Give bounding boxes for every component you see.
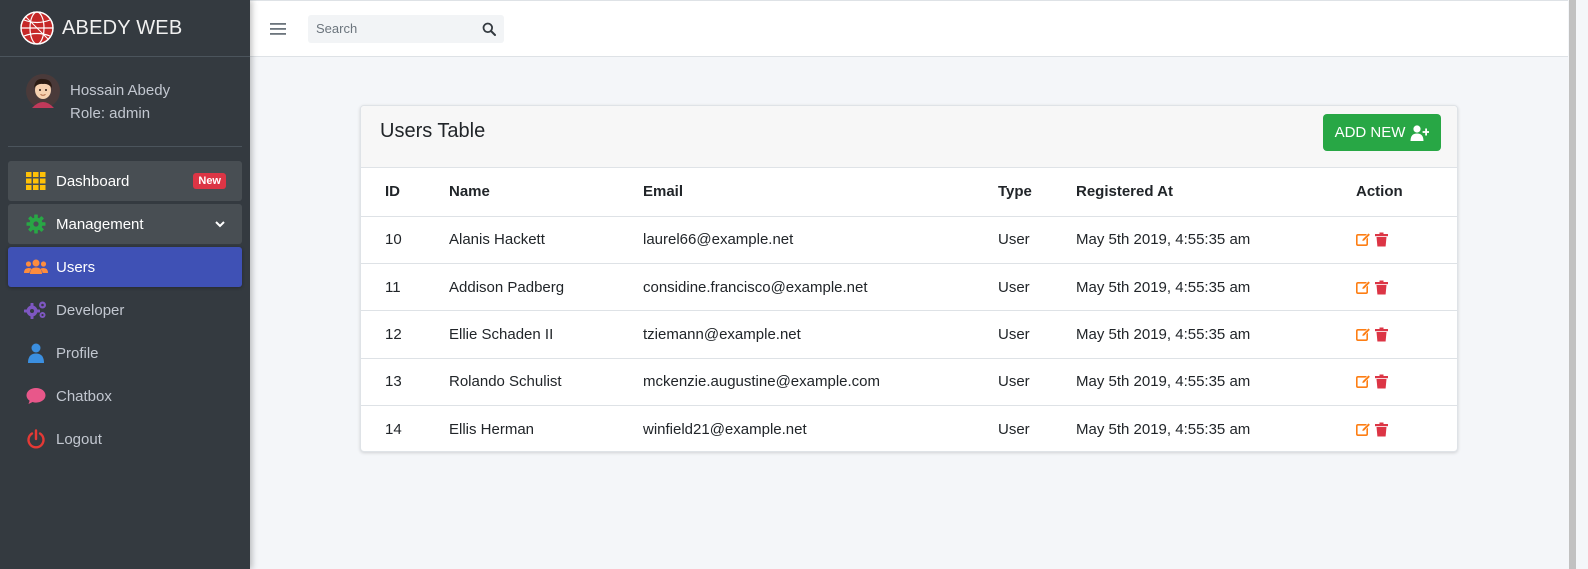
- users-icon: [24, 256, 48, 278]
- cell-actions: [1356, 216, 1457, 264]
- cell-type: User: [998, 263, 1076, 312]
- table-row[interactable]: 12 Ellie Schaden II tziemann@example.net…: [361, 310, 1457, 359]
- brand-link[interactable]: ABEDY WEB: [0, 0, 250, 57]
- cell-id: 12: [361, 310, 449, 359]
- cell-name: Addison Padberg: [449, 263, 643, 312]
- table-body: 10 Alanis Hackett laurel66@example.net U…: [361, 216, 1457, 453]
- chat-icon: [24, 385, 48, 407]
- sidebar-item-label: Logout: [56, 430, 102, 448]
- cell-actions: [1356, 310, 1457, 359]
- sidebar: ABEDY WEB Hossain Abedy Role: admin Dash…: [0, 0, 250, 569]
- cell-name: Ellie Schaden II: [449, 310, 643, 359]
- column-header-email[interactable]: Email: [643, 168, 998, 217]
- add-new-label: ADD NEW: [1334, 124, 1406, 141]
- avatar[interactable]: [26, 73, 60, 108]
- cell-type: User: [998, 421, 1030, 438]
- cell-registered-at: May 5th 2019, 4:55:35 am: [1076, 216, 1356, 264]
- globe-logo-icon: [20, 11, 54, 45]
- sidebar-item-developer[interactable]: Developer: [8, 290, 242, 330]
- column-header-registered-at[interactable]: Registered At: [1076, 168, 1356, 217]
- edit-icon[interactable]: [1356, 327, 1371, 342]
- gear-icon: [24, 213, 48, 235]
- users-table: ID Name Email Type Registered At Action …: [361, 168, 1457, 453]
- table-row[interactable]: 10 Alanis Hackett laurel66@example.net U…: [361, 216, 1457, 264]
- edit-icon[interactable]: [1356, 374, 1371, 389]
- users-card: Users Table ADD NEW ID Name Email Type R…: [360, 105, 1458, 452]
- chevron-down-icon: [215, 221, 225, 228]
- trash-icon[interactable]: [1374, 232, 1389, 247]
- cell-id: 13: [361, 358, 449, 407]
- cell-type: User: [998, 310, 1076, 359]
- cogs-icon: [24, 299, 48, 321]
- sidebar-item-label: Developer: [56, 301, 125, 319]
- search-form: [308, 14, 504, 43]
- cell-name: Ellis Herman: [449, 421, 535, 438]
- cell-name: Alanis Hackett: [449, 216, 643, 264]
- cell-email: winfield21@example.net: [643, 421, 807, 438]
- search-icon: [482, 22, 496, 36]
- top-navbar: [250, 0, 1568, 57]
- brand-name: ABEDY WEB: [62, 16, 183, 39]
- trash-icon[interactable]: [1374, 374, 1389, 389]
- cell-email: tziemann@example.net: [643, 310, 998, 359]
- table-row[interactable]: 13 Rolando Schulist mckenzie.augustine@e…: [361, 358, 1457, 407]
- column-header-type[interactable]: Type: [998, 168, 1076, 217]
- search-input[interactable]: [308, 14, 474, 43]
- column-header-name[interactable]: Name: [449, 168, 643, 217]
- search-button[interactable]: [474, 15, 504, 43]
- user-icon: [24, 342, 48, 364]
- user-plus-icon: [1410, 124, 1430, 141]
- trash-icon[interactable]: [1374, 422, 1389, 437]
- user-name[interactable]: Hossain Abedy: [70, 79, 170, 102]
- cell-registered-at: May 5th 2019, 4:55:35 am: [1076, 421, 1251, 438]
- cell-email: laurel66@example.net: [643, 216, 998, 264]
- cell-id: 10: [361, 216, 449, 264]
- sidebar-item-label: Profile: [56, 344, 99, 362]
- table-row[interactable]: 14 Ellis Herman winfield21@example.net U…: [361, 406, 1457, 453]
- scrollbar-thumb[interactable]: [1569, 0, 1576, 569]
- menu-icon[interactable]: [270, 22, 286, 36]
- column-header-id[interactable]: ID: [361, 168, 449, 217]
- cell-registered-at: May 5th 2019, 4:55:35 am: [1076, 263, 1356, 312]
- user-role: Role: admin: [70, 104, 151, 122]
- cell-type: User: [998, 358, 1076, 407]
- sidebar-item-logout[interactable]: Logout: [8, 419, 242, 459]
- edit-icon[interactable]: [1356, 422, 1371, 437]
- sidebar-item-management[interactable]: Management: [8, 204, 242, 244]
- grid-icon: [24, 170, 48, 192]
- sidebar-item-users[interactable]: Users: [8, 247, 242, 287]
- cell-id: 14: [385, 421, 402, 438]
- sidebar-nav: Dashboard New Management Users Developer…: [0, 147, 250, 459]
- cell-type: User: [998, 216, 1076, 264]
- sidebar-item-chatbox[interactable]: Chatbox: [8, 376, 242, 416]
- cell-name: Rolando Schulist: [449, 358, 643, 407]
- sidebar-item-label: Users: [56, 258, 96, 276]
- cell-email: mckenzie.augustine@example.com: [643, 358, 998, 407]
- cell-email: considine.francisco@example.net: [643, 263, 998, 312]
- table-header-row: ID Name Email Type Registered At Action: [361, 168, 1457, 217]
- cell-id: 11: [361, 263, 449, 312]
- table-row[interactable]: 11 Addison Padberg considine.francisco@e…: [361, 263, 1457, 312]
- cell-actions: [1356, 358, 1457, 407]
- column-header-action: Action: [1356, 168, 1457, 217]
- sidebar-item-label: Dashboard: [56, 172, 130, 190]
- trash-icon[interactable]: [1374, 280, 1389, 295]
- sidebar-item-dashboard[interactable]: Dashboard New: [8, 161, 242, 201]
- user-panel: Hossain Abedy Role: admin: [8, 57, 242, 147]
- new-badge: New: [193, 173, 226, 189]
- card-header: Users Table ADD NEW: [361, 106, 1457, 168]
- cell-registered-at: May 5th 2019, 4:55:35 am: [1076, 358, 1356, 407]
- sidebar-item-profile[interactable]: Profile: [8, 333, 242, 373]
- cell-actions: [1356, 406, 1457, 453]
- edit-icon[interactable]: [1356, 280, 1371, 295]
- card-title: Users Table: [380, 120, 486, 142]
- edit-icon[interactable]: [1356, 232, 1371, 247]
- sidebar-item-label: Management: [56, 215, 144, 233]
- power-icon: [24, 428, 48, 450]
- sidebar-item-label: Chatbox: [56, 387, 112, 405]
- cell-actions: [1356, 263, 1457, 312]
- cell-registered-at: May 5th 2019, 4:55:35 am: [1076, 310, 1356, 359]
- add-new-button[interactable]: ADD NEW: [1323, 114, 1441, 151]
- trash-icon[interactable]: [1374, 327, 1389, 342]
